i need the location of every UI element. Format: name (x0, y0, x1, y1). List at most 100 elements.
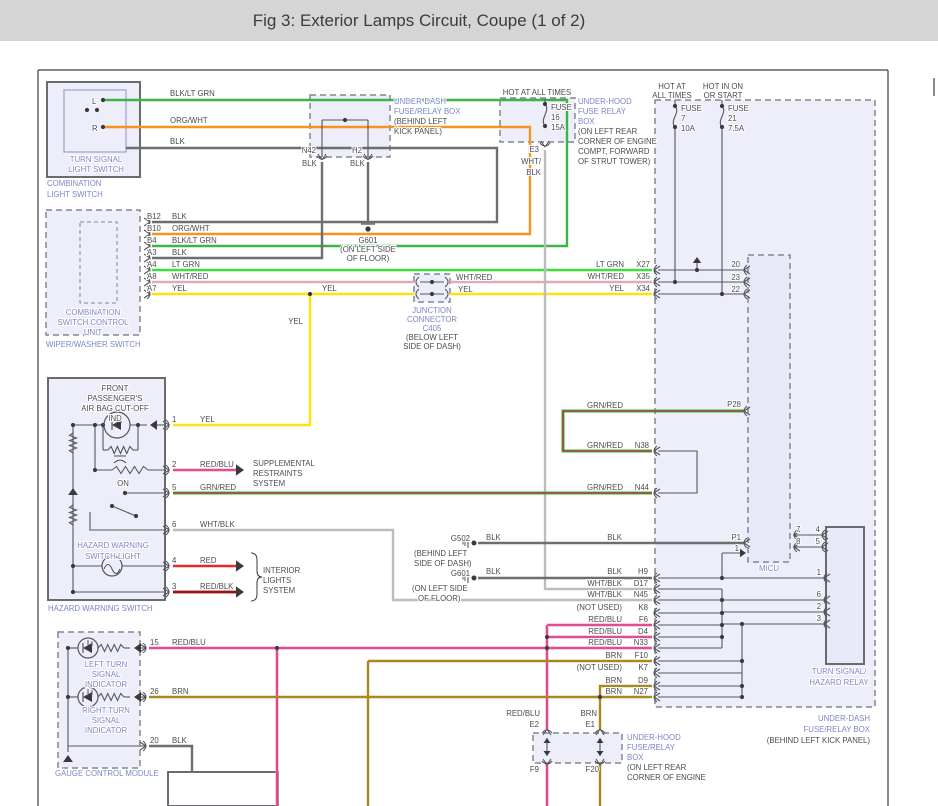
junction-dot (695, 268, 699, 272)
diagram-label: SIGNAL (92, 670, 121, 679)
diagram-label: BRN (172, 687, 188, 696)
diagram-label: 3 (817, 614, 821, 623)
diagram-label: YEL (200, 415, 215, 424)
junction-dot (71, 564, 75, 568)
junction-dot (85, 108, 89, 112)
diagram-label: B12 (147, 212, 161, 221)
junction-dot (66, 695, 70, 699)
diagram-label: F20 (586, 765, 600, 774)
diagram-label: UNDER-HOOD (578, 97, 632, 106)
diagram-label: 15A (551, 123, 566, 132)
junction-dot (136, 423, 140, 427)
junction-dot (308, 292, 312, 296)
diagram-label: FUSE/RELAY (627, 743, 676, 752)
diagram-label: (BELOW LEFT (406, 333, 458, 342)
junction-dot (545, 646, 549, 650)
diagram-label: GRN/RED (587, 483, 623, 492)
diagram-label: INDICATOR (85, 726, 128, 735)
diagram-label: BLK (607, 567, 623, 576)
diagram-label: 20 (150, 736, 159, 745)
diagram-label: B10 (147, 224, 162, 233)
wire-YEL (173, 294, 310, 425)
diagram-label: HAZARD WARNING SWITCH (48, 604, 153, 613)
diagram-label: N42 (302, 146, 316, 155)
diagram-label: CORNER OF ENGINE (578, 137, 657, 146)
diagram-label: YEL (458, 285, 473, 294)
junction-dot (71, 423, 75, 427)
diagram-label: 6 (172, 520, 176, 529)
diagram-label: K7 (638, 663, 648, 672)
diagram-label: RED/BLU (588, 638, 622, 647)
junction-dot (598, 695, 602, 699)
diagram-label: 16 (551, 113, 560, 122)
diagram-label: 1 (735, 544, 739, 553)
diagram-label: OF FLOOR) (347, 254, 390, 263)
brace-icon (251, 553, 262, 601)
diagram-stage: BLK/LT GRNORG/WHTBLKLRTURN SIGNALLIGHT S… (0, 0, 938, 806)
diagram-label: BRN (606, 676, 622, 685)
diagram-label: BOX (578, 117, 595, 126)
diagram-label: TURN SIGNAL/ (812, 667, 867, 676)
diagram-label: OF FLOOR) (418, 594, 461, 603)
diagram-label: CONNECTOR (407, 315, 457, 324)
diagram-label: E1 (585, 720, 595, 729)
junction-dot (110, 504, 114, 508)
component-box (533, 733, 622, 763)
junction-dot (93, 423, 97, 427)
diagram-label: K8 (638, 603, 648, 612)
arrowhead-icon (236, 560, 244, 571)
diagram-label: BRN (606, 651, 622, 660)
junction-dot (95, 108, 99, 112)
figure-title: Fig 3: Exterior Lamps Circuit, Coupe (1 … (253, 11, 586, 31)
diagram-label: P1 (731, 533, 741, 542)
diagram-label: (ON LEFT REAR (578, 127, 638, 136)
arrowhead-icon (236, 464, 244, 475)
junction-dot (101, 98, 105, 102)
diagram-label: HAZARD RELAY (809, 678, 869, 687)
diagram-label: (ON LEFT SIDE (412, 584, 468, 593)
diagram-label: G601 (451, 569, 470, 578)
diagram-label: R (92, 124, 98, 133)
diagram-label: WHT/RED (588, 272, 625, 281)
diagram-label: F6 (639, 615, 648, 624)
junction-dot (93, 468, 97, 472)
diagram-label: SUPPLEMENTAL (253, 459, 315, 468)
diagram-label: RED (200, 556, 217, 565)
diagram-label: D4 (638, 627, 649, 636)
diagram-label: INDICATOR (85, 680, 128, 689)
diagram-label: 15 (150, 638, 159, 647)
diagram-label: FRONT (102, 384, 129, 393)
diagram-label: BLK (607, 533, 623, 542)
junction-dot (673, 280, 677, 284)
diagram-label: 2 (172, 460, 176, 469)
diagram-label: WHT/BLK (587, 590, 622, 599)
component-box (58, 632, 140, 768)
diagram-label: BLK (172, 212, 188, 221)
diagram-label: YEL (609, 284, 624, 293)
diagram-label: RED/BLU (172, 638, 206, 647)
diagram-label: 23 (731, 273, 740, 282)
diagram-label: 21 (728, 114, 737, 123)
diagram-label: COMBINATION (47, 179, 101, 188)
diagram-label: 5 (816, 537, 821, 546)
diagram-label: AIR BAG CUT-OFF (81, 404, 149, 413)
junction-dot (343, 118, 347, 122)
diagram-label: 4 (816, 525, 821, 534)
diagram-label: N27 (634, 687, 648, 696)
diagram-label: P28 (727, 400, 741, 409)
figure-title-bar: Fig 3: Exterior Lamps Circuit, Coupe (1 … (0, 0, 938, 41)
diagram-label: BRN (606, 687, 622, 696)
diagram-label: L (92, 97, 97, 106)
diagram-label: (ON LEFT REAR (627, 763, 687, 772)
diagram-label: 6 (817, 590, 821, 599)
diagram-label: 5 (172, 483, 177, 492)
diagram-label: SIDE OF DASH) (403, 342, 461, 351)
junction-dot (720, 611, 724, 615)
diagram-label: 26 (150, 687, 159, 696)
diagram-label: BLK/LT GRN (172, 236, 217, 245)
diagram-label: H9 (638, 567, 648, 576)
diagram-label: D9 (638, 676, 648, 685)
diagram-label: BLK (486, 533, 502, 542)
diagram-label: (NOT USED) (577, 603, 623, 612)
diagram-label: 7 (681, 114, 685, 123)
